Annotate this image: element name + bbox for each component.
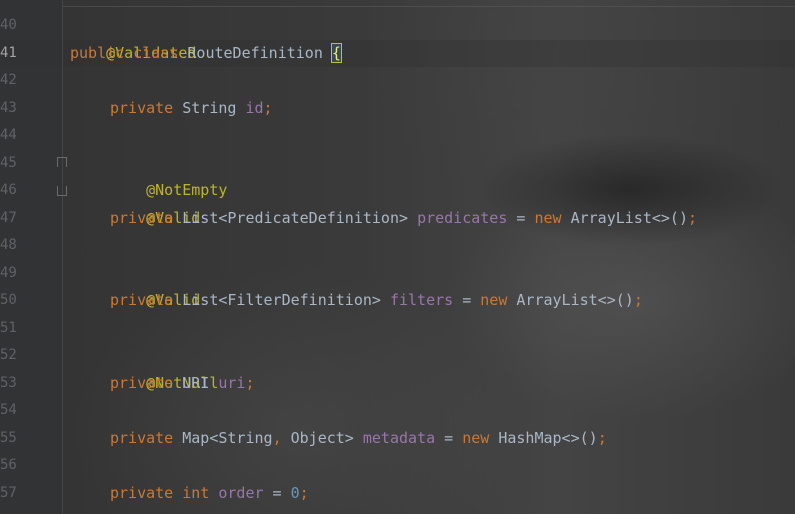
type-token: String [182,98,237,117]
keyword-token: public [70,43,125,62]
code-line-50[interactable]: private List<FilterDefinition> filters =… [110,287,643,315]
punctuation-token: ; [263,98,273,117]
line-number: 50 [0,292,16,308]
keyword-token: private [110,428,174,447]
field-token: id [245,98,264,117]
keyword-token: new [480,291,508,309]
code-line-43[interactable]: private String id; [110,95,273,123]
initializer-token: ArrayList<>() [516,291,634,309]
fold-end-icon[interactable] [57,186,67,196]
code-line-45[interactable]: @NotEmpty [110,150,227,199]
punctuation-token: ; [299,483,309,502]
keyword-token: new [534,208,562,227]
line-number: 55 [0,429,16,446]
keyword-token: private [110,291,174,309]
line-number: 52 [0,347,16,363]
code-line-47[interactable]: private List<PredicateDefinition> predic… [110,205,697,233]
code-line-41[interactable]: public class RouteDefinition { [70,40,342,68]
punctuation-token: , [272,428,291,447]
initializer-token: HashMap<>() [498,428,598,447]
number-token: 0 [290,483,300,502]
keyword-token: new [462,428,490,447]
line-number: 56 [0,457,16,473]
matched-brace: { [330,42,342,63]
line-number: 43 [0,99,16,116]
line-number-gutter[interactable]: 40 41 42 43 44 45 46 47 48 49 50 51 52 5… [0,0,63,514]
code-editor[interactable]: 40 41 42 43 44 45 46 47 48 49 50 51 52 5… [0,0,795,514]
code-line-46[interactable]: @Valid [110,177,200,227]
line-number: 40 [0,17,16,33]
keyword-token: private [110,373,174,392]
line-number: 49 [0,264,16,281]
line-number: 45 [0,154,16,171]
keyword-token: private [110,208,174,227]
code-line-53[interactable]: private URI uri; [110,370,255,398]
type-token: List<PredicateDefinition> [182,208,409,227]
line-number: 47 [0,209,16,226]
line-number: 44 [0,127,16,143]
code-line-52[interactable]: @NotNull [110,342,218,392]
field-token: predicates [417,208,508,227]
field-token: filters [389,291,454,309]
type-token: Map<String [182,428,273,447]
punctuation-token: ; [688,208,698,227]
punctuation-token: ; [633,291,643,309]
keyword-token: private [110,98,174,117]
punctuation-token: ; [597,428,607,447]
class-name-token: RouteDefinition [187,43,323,62]
operator-token: = [507,208,535,227]
keyword-token: class [133,43,179,62]
code-line-49[interactable]: @Valid [110,260,200,309]
line-number: 51 [0,319,16,336]
initializer-token: ArrayList<>() [570,208,688,227]
code-line-57[interactable]: private int order = 0; [110,480,309,508]
line-number: 57 [0,484,16,501]
line-number: 54 [0,402,16,418]
operator-token: = [435,428,463,447]
type-token: URI [182,373,210,392]
code-line-40[interactable]: @Validated [70,12,196,62]
fold-start-icon[interactable] [57,157,67,167]
line-number: 42 [0,72,16,88]
operator-token: = [453,291,481,309]
field-token: order [218,483,264,502]
line-number: 53 [0,374,16,391]
field-token: uri [218,373,246,392]
line-number-current: 41 [0,44,16,61]
keyword-token: private [110,483,174,502]
punctuation-token: ; [245,373,255,392]
editor-top-rule [62,0,795,7]
type-token: List<FilterDefinition> [182,291,381,309]
field-token: metadata [362,428,436,447]
keyword-token: int [182,483,210,502]
operator-token: = [263,483,291,502]
type-token: Object> [290,428,354,447]
code-line-55[interactable]: private Map<String, Object> metadata = n… [110,425,607,453]
line-number: 46 [0,182,16,198]
line-number: 48 [0,237,16,253]
